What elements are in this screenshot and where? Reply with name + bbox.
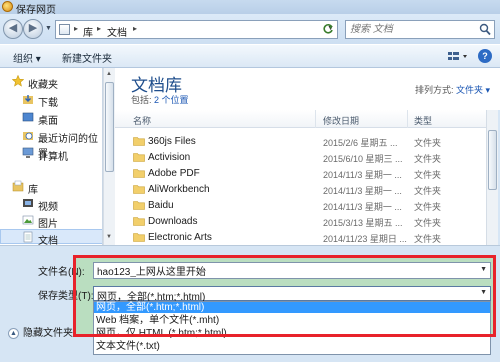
breadcrumb-separator-icon[interactable]: ▸ [97,24,101,33]
folder-icon [133,201,145,210]
library-icon [59,24,70,35]
address-row: ◀ ▶ ▼ ▸ 库 ▸ 文档 ▸ ▼ [0,14,500,44]
hide-folders-toggle[interactable]: ▲ 隐藏文件夹 [8,324,73,339]
folder-icon [133,169,145,178]
table-row[interactable]: AliWorkbench 2014/11/3 星期一 ... 文件夹 [115,182,486,197]
forward-button[interactable]: ▶ [23,19,43,39]
nav-item-favorites[interactable]: 收藏夹 [0,74,102,91]
nav-item-computer[interactable]: 计算机 [0,146,102,163]
star-icon [12,75,24,87]
column-divider[interactable] [315,110,316,128]
column-divider[interactable] [407,110,408,128]
breadcrumb-separator-icon[interactable]: ▸ [133,24,137,33]
browser-icon [2,1,13,12]
chevron-up-icon: ▲ [8,327,19,339]
folder-icon [133,137,145,146]
pictures-library-icon [22,215,34,225]
library-locations-link[interactable]: 2 个位置 [154,95,189,105]
library-header: 文档库 包括: 2 个位置 排列方式: 文件夹 ▾ [115,68,500,110]
table-row[interactable]: Baidu 2014/11/3 星期一 ... 文件夹 [115,198,486,213]
download-folder-icon [23,95,33,104]
search-icon[interactable] [479,23,491,36]
nav-item-pictures[interactable]: 图片 [0,213,102,230]
file-list-scrollbar[interactable] [486,110,498,245]
recent-places-icon [23,132,33,140]
search-input[interactable] [350,23,476,36]
save-type-option[interactable]: 文本文件(*.txt) [94,341,490,352]
arrange-by: 排列方式: 文件夹 ▾ [415,85,491,95]
help-icon[interactable]: ? [478,49,492,63]
table-row[interactable]: 360js Files 2015/2/6 星期五 ... 文件夹 [115,134,486,149]
recent-pages-dropdown[interactable]: ▼ [45,25,53,33]
change-view-icon[interactable] [447,50,471,64]
folder-icon [133,233,145,242]
file-list: 名称 修改日期 类型 360js Files 2015/2/6 星期五 ... … [115,110,486,245]
highlight-annotation-box [73,255,496,337]
table-row[interactable]: Downloads 2015/3/13 星期五 ... 文件夹 [115,214,486,229]
column-header-name[interactable]: 名称 [133,114,151,127]
address-bar[interactable]: ▸ 库 ▸ 文档 ▸ ▼ [55,20,338,39]
nav-item-downloads[interactable]: 下载 [0,92,102,109]
refresh-icon[interactable] [322,23,334,35]
new-folder-button[interactable]: 新建文件夹 [62,50,112,65]
library-includes: 包括: 2 个位置 [131,95,189,105]
nav-item-videos[interactable]: 视频 [0,196,102,213]
column-headers: 名称 修改日期 类型 [115,110,486,128]
nav-item-libraries[interactable]: 库 [0,179,102,196]
save-webpage-dialog: 保存网页 ◀ ▶ ▼ ▸ 库 ▸ 文档 ▸ ▼ 组织 ▾ 新建文件夹 [0,0,500,362]
arrange-by-dropdown[interactable]: 文件夹 ▾ [456,85,490,95]
table-row[interactable]: Adobe PDF 2014/11/3 星期一 ... 文件夹 [115,166,486,181]
folder-icon [133,153,145,162]
column-header-type[interactable]: 类型 [414,114,432,127]
scroll-down-icon[interactable]: ▼ [106,234,112,240]
computer-icon [22,147,34,158]
navigation-pane: 收藏夹 下载 桌面 最近访问的位置 计算机 库 视频 图片 文档 [0,68,103,245]
documents-library-icon [23,231,33,243]
nav-item-desktop[interactable]: 桌面 [0,110,102,127]
scroll-thumb[interactable] [488,130,497,190]
nav-item-recent-places[interactable]: 最近访问的位置 [0,128,102,160]
desktop-icon [22,112,34,122]
search-box[interactable] [345,20,495,39]
title-bar: 保存网页 [0,0,500,16]
videos-library-icon [23,199,33,207]
breadcrumb-separator-icon[interactable]: ▸ [74,24,78,33]
navigation-scrollbar[interactable]: ▲ ▼ [103,68,115,245]
scroll-up-icon[interactable]: ▲ [106,71,112,77]
scroll-thumb[interactable] [105,82,114,172]
command-toolbar: 组织 ▾ 新建文件夹 ? [0,44,500,68]
breadcrumb-documents[interactable]: 文档 [107,24,127,39]
table-row[interactable]: Activision 2015/6/10 星期三 ... 文件夹 [115,150,486,165]
folder-icon [133,185,145,194]
table-row[interactable]: Electronic Arts 2014/11/23 星期日 ... 文件夹 [115,230,486,245]
library-icon [12,180,24,192]
organize-button[interactable]: 组织 ▾ [13,50,41,65]
back-button[interactable]: ◀ [3,19,23,39]
folder-icon [133,217,145,226]
breadcrumb-library[interactable]: 库 [83,24,93,39]
column-header-date[interactable]: 修改日期 [323,114,359,127]
nav-item-documents[interactable]: 文档 [0,229,102,245]
